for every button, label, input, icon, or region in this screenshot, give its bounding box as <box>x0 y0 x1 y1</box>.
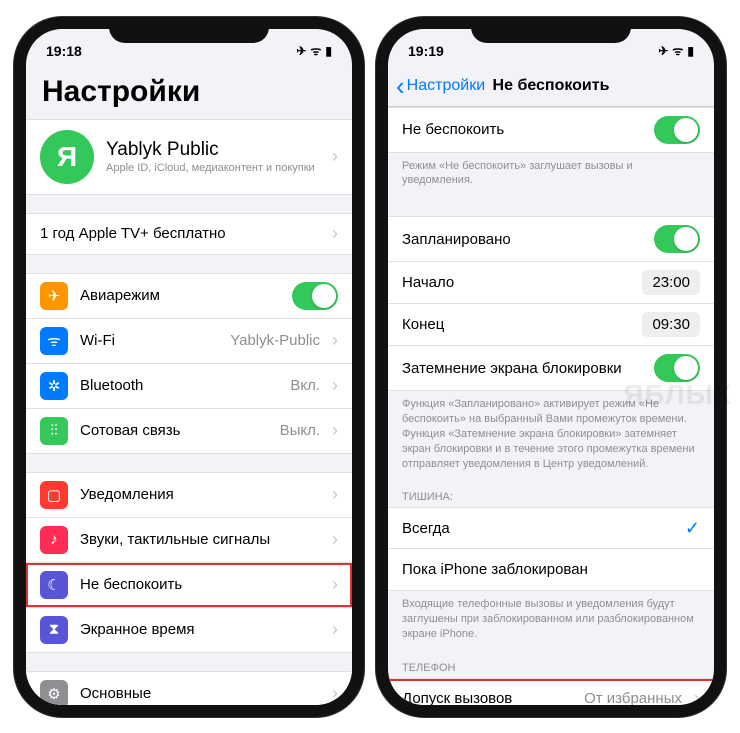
chevron-icon: › <box>332 375 338 396</box>
start-value[interactable]: 23:00 <box>642 270 700 295</box>
dnd-scroll[interactable]: Не беспокоить Режим «Не беспокоить» загл… <box>388 107 714 705</box>
silence-always-cell[interactable]: Всегда ✓ <box>388 507 714 549</box>
phone-frame-left: 19:18 ✈ ᯤ ▮ Настройки Я Yablyk Public Ap… <box>14 17 364 717</box>
dnd-footer: Режим «Не беспокоить» заглушает вызовы и… <box>388 153 714 199</box>
airplane-status-icon: ✈ <box>296 44 306 58</box>
status-time: 19:19 <box>408 43 444 59</box>
scheduled-label: Запланировано <box>402 231 642 248</box>
profile-sub: Apple ID, iCloud, медиаконтент и покупки <box>106 162 320 174</box>
settings-row-сотовая-связь[interactable]: ⫶⫶ Сотовая связь Выкл. › <box>26 409 352 454</box>
notch <box>471 17 631 43</box>
chevron-icon: › <box>332 146 338 167</box>
battery-icon: ▮ <box>687 44 694 58</box>
chevron-icon: › <box>332 484 338 505</box>
cellular-icon: ⫶⫶ <box>40 417 68 445</box>
row-label: Уведомления <box>80 486 320 503</box>
end-label: Конец <box>402 316 630 333</box>
start-time-cell[interactable]: Начало 23:00 <box>388 262 714 304</box>
row-label: Основные <box>80 685 320 702</box>
airplane-status-icon: ✈ <box>658 44 668 58</box>
screen-right: 19:19 ✈ ᯤ ▮ Настройки Не беспокоить Не б… <box>388 29 714 705</box>
dnd-toggle-cell[interactable]: Не беспокоить <box>388 107 714 153</box>
apple-id-cell[interactable]: Я Yablyk Public Apple ID, iCloud, медиак… <box>26 119 352 195</box>
allow-calls-cell[interactable]: Допуск вызовов От избранных › <box>388 678 714 705</box>
phone-frame-right: ЯБЛЫК 19:19 ✈ ᯤ ▮ Настройки Не беспокоит… <box>376 17 726 717</box>
settings-row-уведомления[interactable]: ▢ Уведомления › <box>26 472 352 518</box>
allow-value: От избранных <box>584 690 682 704</box>
settings-row-основные[interactable]: ⚙ Основные › <box>26 671 352 705</box>
general-icon: ⚙ <box>40 680 68 705</box>
scheduled-cell[interactable]: Запланировано <box>388 216 714 262</box>
dnd-toggle[interactable] <box>654 116 700 144</box>
wifi-icon: ᯤ <box>40 327 68 355</box>
row-label: Сотовая связь <box>80 422 268 439</box>
sounds-icon: ♪ <box>40 526 68 554</box>
back-label: Настройки <box>407 77 485 95</box>
dim-label: Затемнение экрана блокировки <box>402 360 642 377</box>
settings-row-звуки-тактильные-сигналы[interactable]: ♪ Звуки, тактильные сигналы › <box>26 518 352 563</box>
row-label: Wi-Fi <box>80 332 218 349</box>
settings-row-bluetooth[interactable]: ✲ Bluetooth Вкл. › <box>26 364 352 409</box>
row-value: Выкл. <box>280 422 320 439</box>
airplane-icon: ✈ <box>40 282 68 310</box>
row-label: Bluetooth <box>80 377 278 394</box>
chevron-icon: › <box>332 420 338 441</box>
chevron-icon: › <box>332 223 338 244</box>
row-toggle[interactable] <box>292 282 338 310</box>
nav-title: Не беспокоить <box>493 77 610 95</box>
profile-name: Yablyk Public <box>106 139 320 161</box>
settings-row-wi-fi[interactable]: ᯤ Wi-Fi Yablyk-Public › <box>26 319 352 364</box>
chevron-icon: › <box>332 683 338 704</box>
row-value: Yablyk-Public <box>230 332 320 349</box>
chevron-icon: › <box>694 688 700 704</box>
back-button[interactable]: Настройки <box>396 73 485 99</box>
status-time: 19:18 <box>46 43 82 59</box>
battery-icon: ▮ <box>325 44 332 58</box>
dim-toggle[interactable] <box>654 354 700 382</box>
chevron-icon: › <box>332 574 338 595</box>
status-icons: ✈ ᯤ ▮ <box>658 42 694 59</box>
bluetooth-icon: ✲ <box>40 372 68 400</box>
allow-label: Допуск вызовов <box>402 690 572 704</box>
settings-row-не-беспокоить[interactable]: ☾ Не беспокоить › <box>26 563 352 608</box>
start-label: Начало <box>402 274 630 291</box>
end-value[interactable]: 09:30 <box>642 312 700 337</box>
chevron-icon: › <box>332 529 338 550</box>
scheduled-footer: Функция «Запланировано» активирует режим… <box>388 391 714 481</box>
row-value: Вкл. <box>290 377 320 394</box>
notifications-icon: ▢ <box>40 481 68 509</box>
wifi-status-icon: ᯤ <box>672 42 683 59</box>
silence-header: Тишина: <box>388 481 714 507</box>
row-label: Звуки, тактильные сигналы <box>80 531 320 548</box>
row-label: Авиарежим <box>80 287 280 304</box>
chevron-icon: › <box>332 619 338 640</box>
always-label: Всегда <box>402 520 673 537</box>
settings-row-авиарежим[interactable]: ✈ Авиарежим <box>26 273 352 319</box>
phone-header: Телефон <box>388 652 714 678</box>
screen-left: 19:18 ✈ ᯤ ▮ Настройки Я Yablyk Public Ap… <box>26 29 352 705</box>
silence-footer: Входящие телефонные вызовы и уведомления… <box>388 591 714 652</box>
row-label: Экранное время <box>80 621 320 638</box>
wifi-status-icon: ᯤ <box>310 42 321 59</box>
status-icons: ✈ ᯤ ▮ <box>296 42 332 59</box>
notch <box>109 17 269 43</box>
silence-locked-cell[interactable]: Пока iPhone заблокирован <box>388 549 714 591</box>
settings-row-экранное-время[interactable]: ⧗ Экранное время › <box>26 608 352 653</box>
dim-lockscreen-cell[interactable]: Затемнение экрана блокировки <box>388 346 714 391</box>
scheduled-toggle[interactable] <box>654 225 700 253</box>
appletv-label: 1 год Apple TV+ бесплатно <box>40 225 320 242</box>
checkmark-icon: ✓ <box>685 518 700 539</box>
avatar: Я <box>40 130 94 184</box>
dnd-label: Не беспокоить <box>402 121 642 138</box>
moon-icon: ☾ <box>40 571 68 599</box>
screentime-icon: ⧗ <box>40 616 68 644</box>
appletv-promo-cell[interactable]: 1 год Apple TV+ бесплатно › <box>26 213 352 255</box>
locked-label: Пока iPhone заблокирован <box>402 561 700 578</box>
row-label: Не беспокоить <box>80 576 320 593</box>
end-time-cell[interactable]: Конец 09:30 <box>388 304 714 346</box>
page-title: Настройки <box>26 67 352 119</box>
nav-bar: Настройки Не беспокоить <box>388 67 714 107</box>
chevron-icon: › <box>332 330 338 351</box>
settings-scroll[interactable]: Настройки Я Yablyk Public Apple ID, iClo… <box>26 67 352 705</box>
